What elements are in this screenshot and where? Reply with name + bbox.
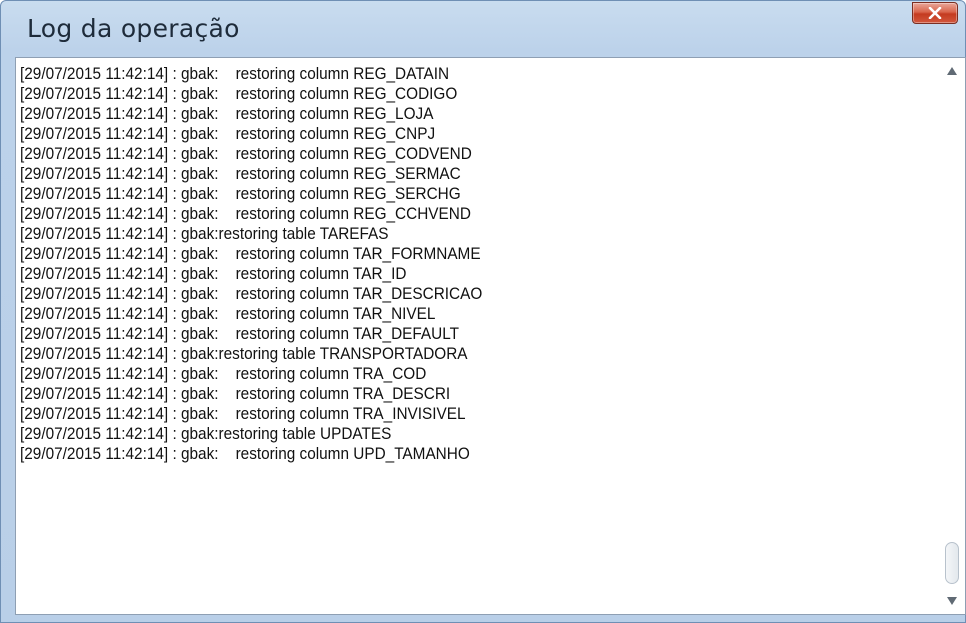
log-line: [29/07/2015 11:42:14] : gbak:restoring t… [20, 425, 392, 443]
log-line: [29/07/2015 11:42:14] : gbak:restoring t… [20, 225, 389, 243]
log-line: [29/07/2015 11:42:14] : gbak: restoring … [20, 185, 461, 203]
log-line: [29/07/2015 11:42:14] : gbak: restoring … [20, 325, 460, 343]
log-line: [29/07/2015 11:42:14] : gbak: restoring … [20, 145, 472, 163]
log-line: [29/07/2015 11:42:14] : gbak: restoring … [20, 165, 461, 183]
log-line: [29/07/2015 11:42:14] : gbak: restoring … [20, 445, 470, 463]
arrow-down-icon [947, 597, 957, 605]
arrow-up-icon [947, 67, 957, 75]
vertical-scrollbar[interactable] [939, 58, 965, 614]
log-line: [29/07/2015 11:42:14] : gbak: restoring … [20, 105, 434, 123]
log-line: [29/07/2015 11:42:14] : gbak: restoring … [20, 365, 427, 383]
scroll-down-button[interactable] [939, 588, 965, 614]
log-text-area[interactable]: [29/07/2015 11:42:14] : gbak: restoring … [15, 57, 966, 615]
log-line: [29/07/2015 11:42:14] : gbak:restoring t… [20, 345, 468, 363]
title-bar[interactable]: Log da operação [1, 1, 965, 57]
log-line: [29/07/2015 11:42:14] : gbak: restoring … [20, 305, 436, 323]
log-line: [29/07/2015 11:42:14] : gbak: restoring … [20, 405, 466, 423]
close-x-icon [928, 7, 942, 19]
log-window: Log da operação [29/07/2015 11:42:14] : … [0, 0, 966, 623]
log-line: [29/07/2015 11:42:14] : gbak: restoring … [20, 125, 436, 143]
scroll-up-button[interactable] [939, 58, 965, 84]
log-line: [29/07/2015 11:42:14] : gbak: restoring … [20, 65, 450, 83]
log-line: [29/07/2015 11:42:14] : gbak: restoring … [20, 265, 407, 283]
log-line: [29/07/2015 11:42:14] : gbak: restoring … [20, 245, 481, 263]
log-line: [29/07/2015 11:42:14] : gbak: restoring … [20, 85, 458, 103]
log-line: [29/07/2015 11:42:14] : gbak: restoring … [20, 285, 483, 303]
close-button[interactable] [912, 2, 958, 24]
window-title: Log da operação [27, 14, 240, 43]
log-line: [29/07/2015 11:42:14] : gbak: restoring … [20, 205, 471, 223]
log-lines-container: [29/07/2015 11:42:14] : gbak: restoring … [20, 64, 937, 614]
scroll-thumb[interactable] [945, 542, 959, 584]
log-line: [29/07/2015 11:42:14] : gbak: restoring … [20, 385, 451, 403]
